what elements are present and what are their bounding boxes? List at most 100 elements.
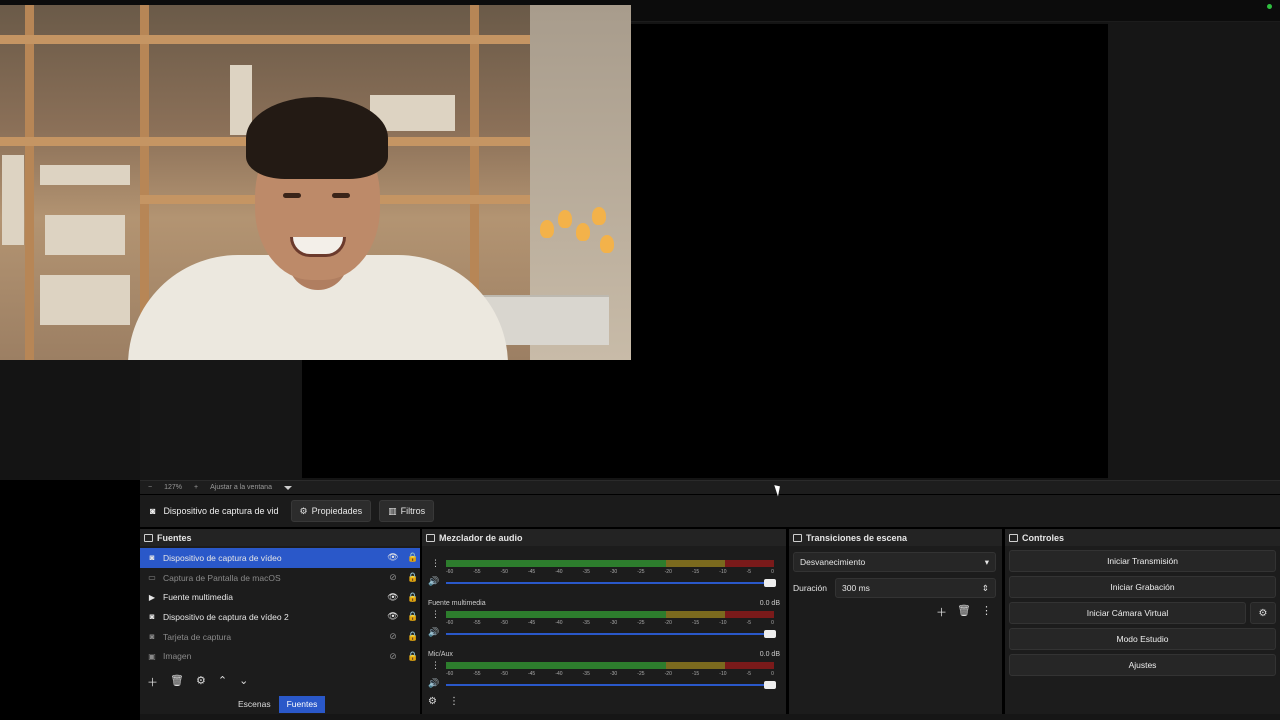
lock-icon[interactable]: 🔒 (406, 552, 420, 563)
lock-icon[interactable]: 🔒 (406, 572, 420, 583)
more-icon[interactable]: ⋮ (449, 696, 459, 707)
zoom-bar: − 127% + Ajustar a la ventana (140, 480, 1280, 494)
mixer-channels: ⋮ -60 -55 -50 -45 -40 -35 -30 -25 -20 -15 -10 -5 0 🔊 Fu… (422, 546, 786, 702)
eye-icon[interactable]: 👁 (386, 592, 400, 603)
meter-tick-label: -30 (609, 569, 618, 575)
filters-button[interactable]: ▥ Filtros (379, 500, 435, 522)
transition-select[interactable]: Desvanecimiento ▾ (793, 552, 996, 572)
add-source-button[interactable]: ＋ (147, 674, 158, 690)
eye-hidden-icon[interactable]: ⊘ (386, 572, 400, 583)
source-item[interactable]: ▭ Captura de Pantalla de macOS ⊘ 🔒 (140, 568, 420, 588)
meter-ticks: -60 -55 -50 -45 -40 -35 -30 -25 -20 -15 -10 -5 0 (446, 671, 774, 677)
stepper-arrows-icon[interactable]: ⇕ (982, 583, 989, 594)
volume-slider-handle[interactable] (764, 630, 776, 638)
meter-tick-label: -20 (664, 620, 672, 626)
tab-sources[interactable]: Fuentes (278, 696, 326, 713)
lock-icon[interactable]: 🔒 (406, 631, 420, 642)
webcam-video-feed[interactable] (0, 5, 631, 360)
source-item[interactable]: ▣ Imagen ⊘ 🔒 (140, 646, 420, 666)
meter-tick-label: -35 (582, 671, 590, 677)
volume-slider[interactable] (446, 681, 776, 689)
lock-icon[interactable]: 🔒 (406, 651, 420, 662)
meter-tick-label: 0 (771, 569, 774, 575)
source-label: Fuente multimedia (163, 592, 233, 603)
meter-tick-label: -55 (473, 569, 481, 575)
lock-icon[interactable]: 🔒 (406, 611, 420, 622)
dock-icon (144, 533, 153, 542)
shelf-board (0, 35, 590, 44)
filter-icon: ▥ (388, 505, 397, 516)
gear-icon[interactable]: ⚙ (196, 674, 206, 690)
source-item[interactable]: ◙ Dispositivo de captura de vídeo 2 👁 🔒 (140, 607, 420, 627)
source-item[interactable]: ◙ Dispositivo de captura de vídeo 👁 🔒 (140, 548, 420, 568)
more-icon[interactable]: ⋮ (431, 558, 440, 569)
eye-icon[interactable]: 👁 (386, 552, 400, 563)
speaker-icon[interactable]: 🔊 (428, 678, 439, 689)
start-stream-button[interactable]: Iniciar Transmisión (1009, 550, 1276, 572)
source-label: Tarjeta de captura (163, 631, 232, 642)
meter-tick-label: -50 (500, 569, 508, 575)
volume-meter (446, 560, 774, 567)
audio-mixer-dock: Mezclador de audio ⋮ -60 -55 -50 -45 -40 -35 -3… (422, 529, 786, 715)
meter-tick-label: -30 (609, 671, 618, 677)
volume-slider[interactable] (446, 579, 776, 587)
transitions-dock: Transiciones de escena Desvanecimiento ▾… (789, 529, 1002, 715)
studio-mode-button[interactable]: Modo Estudio (1009, 628, 1276, 650)
move-down-button[interactable]: ⌄ (239, 674, 248, 690)
move-up-button[interactable]: ⌃ (218, 674, 227, 690)
trash-icon[interactable]: 🗑 (957, 604, 971, 620)
eye-icon[interactable]: 👁 (386, 611, 400, 622)
start-recording-button[interactable]: Iniciar Grabación (1009, 576, 1276, 598)
speaker-icon[interactable]: 🔊 (428, 576, 439, 587)
gear-icon: ⚙ (299, 505, 308, 516)
source-item[interactable]: ▶ Fuente multimedia 👁 🔒 (140, 587, 420, 607)
settings-button[interactable]: Ajustes (1009, 654, 1276, 676)
zoom-in-button[interactable]: + (194, 484, 198, 491)
start-virtual-camera-button[interactable]: Iniciar Cámara Virtual (1009, 602, 1246, 624)
context-bar: ◙ Dispositivo de captura de vid ⚙ Propie… (140, 495, 1280, 527)
add-transition-button[interactable]: ＋ (936, 604, 947, 620)
source-label: Imagen (163, 651, 192, 662)
mixer-title: Mezclador de audio (439, 532, 523, 543)
meter-tick-label: -25 (637, 620, 645, 626)
more-icon[interactable]: ⋮ (981, 604, 992, 620)
zoom-out-button[interactable]: − (148, 484, 152, 491)
flowers (540, 205, 620, 265)
meter-tick-label: -40 (555, 569, 563, 575)
books (40, 165, 130, 185)
dock-icon (793, 533, 802, 542)
properties-button[interactable]: ⚙ Propiedades (290, 500, 372, 522)
chevron-down-icon: ▾ (984, 556, 989, 567)
transition-select-value: Desvanecimiento (800, 557, 866, 567)
more-icon[interactable]: ⋮ (431, 660, 440, 671)
chevron-down-icon[interactable] (283, 485, 292, 490)
eye-hidden-icon[interactable]: ⊘ (386, 631, 400, 642)
controls-title: Controles (1005, 529, 1280, 546)
eye-hidden-icon[interactable]: ⊘ (386, 651, 400, 662)
books (2, 155, 24, 245)
duration-spinbox[interactable]: 300 ms ⇕ (835, 578, 996, 598)
channel-db: 0.0 dB (759, 651, 780, 658)
dock-icon (426, 533, 435, 542)
dock-icon (1009, 533, 1018, 542)
meter-tick-label: -20 (664, 569, 672, 575)
meter-tick-label: 0 (771, 671, 774, 677)
lock-icon[interactable]: 🔒 (406, 592, 420, 603)
tab-scenes[interactable]: Escenas (230, 696, 279, 713)
volume-slider-handle[interactable] (764, 681, 776, 689)
speaker-icon[interactable]: 🔊 (428, 627, 439, 638)
fit-to-window-label[interactable]: Ajustar a la ventana (210, 484, 272, 491)
filters-label: Filtros (400, 506, 426, 516)
volume-slider-handle[interactable] (764, 579, 776, 587)
dock-tabs: Escenas Fuentes (230, 696, 326, 713)
trash-icon[interactable]: 🗑 (170, 674, 184, 690)
gear-icon[interactable]: ⚙ (428, 696, 437, 707)
channel-db: 0.0 dB (759, 600, 780, 607)
volume-slider[interactable] (446, 630, 776, 638)
more-icon[interactable]: ⋮ (431, 609, 440, 620)
meter-tick-label: -45 (527, 671, 536, 677)
gear-icon[interactable]: ⚙ (1250, 602, 1276, 624)
source-item[interactable]: ◙ Tarjeta de captura ⊘ 🔒 (140, 627, 420, 647)
meter-tick-label: -25 (637, 671, 645, 677)
channel-header: Fuente multimedia 0.0 dB (428, 600, 780, 610)
